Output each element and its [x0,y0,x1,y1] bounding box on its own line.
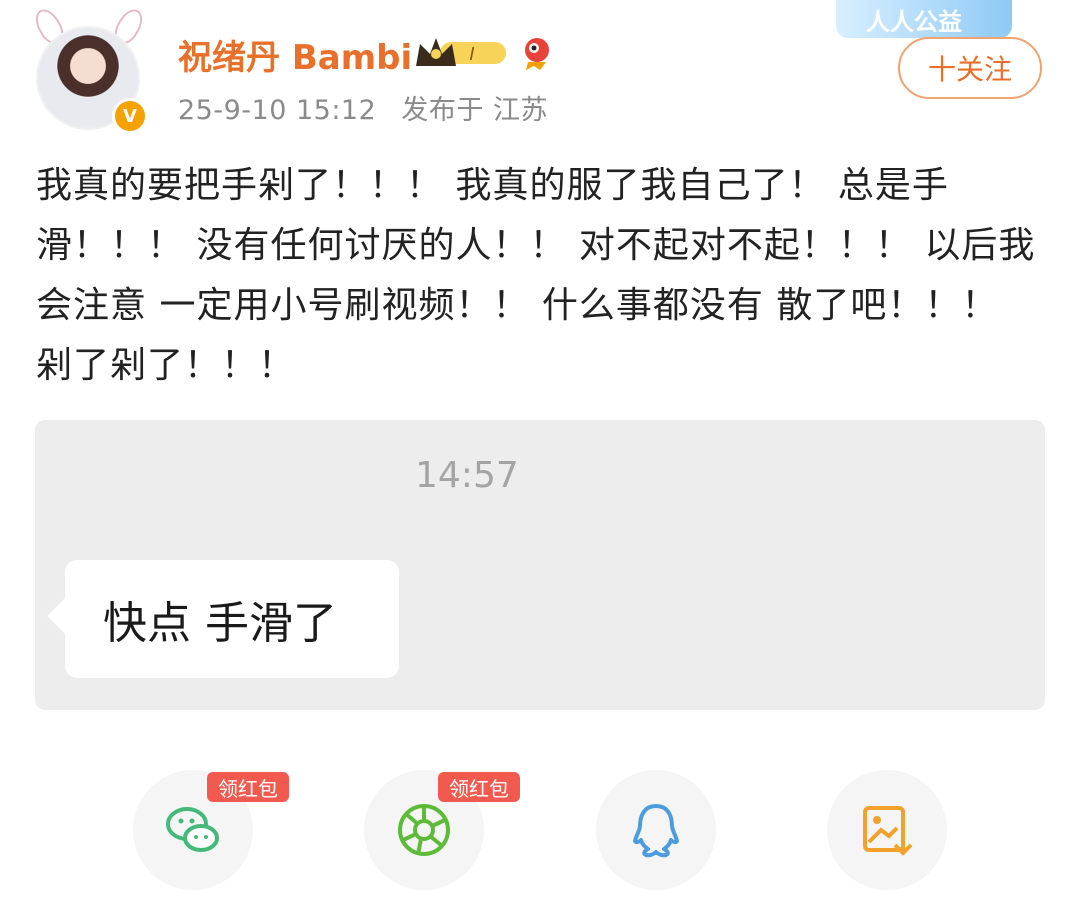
red-packet-tag-wechat: 领红包 [207,772,289,802]
share-qq-button[interactable] [596,770,716,890]
post-meta: 25-9-10 15:12 发布于 江苏 [178,88,564,127]
username[interactable]: 祝绪丹 Bambi [178,30,412,79]
charity-banner[interactable]: 人人公益 [836,0,1012,38]
charity-label: 人人公益 [866,7,962,36]
moments-icon [398,804,450,856]
crown-badge-level: I [469,44,474,65]
verified-badge: V [112,98,148,134]
follow-button[interactable]: 十关注 [898,37,1042,99]
post-location: 发布于 江苏 [401,95,548,126]
chat-bubble: 快点 手滑了 [47,560,399,678]
save-image-button[interactable] [827,770,947,890]
post-text: 我真的要把手剁了！！！ 我真的服了我自己了！ 总是手滑！！！ 没有任何讨厌的人！… [36,165,1036,386]
post-date: 25-9-10 15:12 [178,95,377,126]
wechat-icon [166,807,219,852]
save-image-icon [863,806,913,856]
share-row: 领红包 领红包 [0,740,1080,910]
chat-time: 14:57 [415,455,519,496]
red-packet-tag-moments: 领红包 [438,772,520,802]
mascot-icon [525,38,549,70]
qq-icon [633,804,679,858]
chat-screenshot-image[interactable]: 14:57 快点 手滑了 [35,420,1045,710]
avatar[interactable]: V [28,4,148,134]
crown-badge-icon[interactable]: I [414,36,510,70]
post-header: V 祝绪丹 Bambi I 25-9-10 15:12 发布于 江苏 人人公益 … [0,0,1080,140]
